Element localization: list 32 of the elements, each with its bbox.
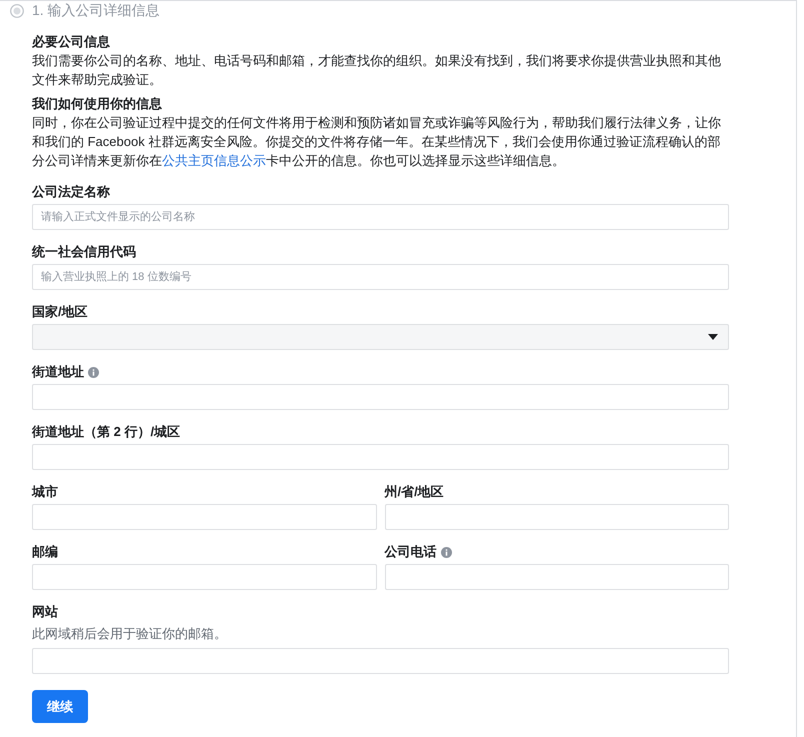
field-label: 街道地址 [32,364,84,380]
text-field[interactable]: 输入营业执照上的 18 位数编号 [32,264,729,290]
text-field[interactable] [32,504,376,530]
field-label: 州/省/地区 [384,484,444,500]
field-label: 国家/地区 [32,304,88,320]
field-hint: 此网域稍后会用于验证你的邮箱。 [32,626,228,642]
field-label: 城市 [32,484,58,500]
dropdown-field[interactable] [32,324,729,350]
field-label: 公司电话 [384,544,436,560]
text-field[interactable] [32,564,376,590]
text-field[interactable] [384,504,729,530]
continue-button[interactable]: 继续 [32,690,88,723]
step-title: 1. 输入公司详细信息 [32,2,160,20]
field-label: 公司法定名称 [32,184,110,200]
field-label: 邮编 [32,544,58,560]
text-field[interactable] [32,648,729,674]
profile-info-link[interactable]: 公共主页信息公示 [162,153,266,168]
text-field[interactable] [32,444,729,470]
text-field[interactable]: 请输入正式文件显示的公司名称 [32,204,729,230]
section-heading: 我们如何使用你的信息 [32,95,163,113]
info-icon[interactable] [88,366,99,378]
field-label: 街道地址（第 2 行）/城区 [32,424,180,440]
info-icon[interactable] [440,546,452,558]
section-text: 同时，你在公司验证过程中提交的任何文件将用于检测和预防诸如冒充或诈骗等风险行为，帮助我们履行法律义务，让你和我们的 Facebook 社群远离安全风险。你提交的文件将存储一年。在某些情况下，我们会使用你通过验证流程确认的部分公司详情来更新你在公共主页信息公示卡中公开的信息。你也可以选择显示这些详细信息。 [32,114,722,170]
section-text: 我们需要你公司的名称、地址、电话号码和邮箱，才能查找你的组织。如果没有找到，我们将要求你提供营业执照和其他文件来帮助完成验证。 [32,52,722,89]
field-label: 统一社会信用代码 [32,244,136,260]
text-field[interactable] [384,564,729,590]
text-field[interactable] [32,384,729,410]
section-heading: 必要公司信息 [32,33,111,51]
radio-button[interactable] [10,4,24,18]
field-label: 网站 [32,604,58,620]
caret-icon [708,334,718,340]
